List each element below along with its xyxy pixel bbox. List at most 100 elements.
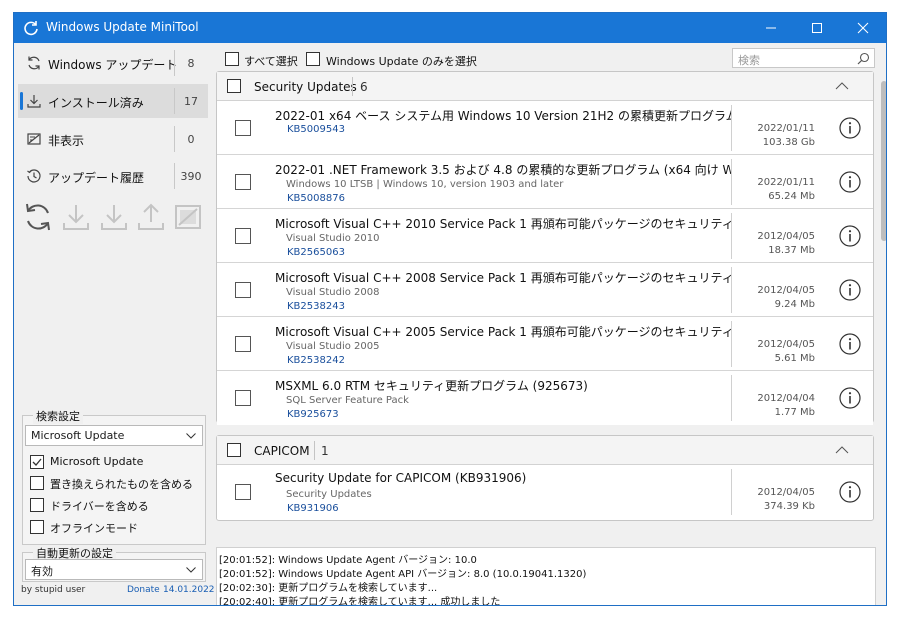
search-source-select[interactable]: Microsoft Update — [25, 425, 203, 446]
download-icon — [63, 205, 89, 230]
divider — [731, 321, 732, 367]
scrollbar-thumb[interactable] — [881, 81, 886, 241]
item-checkbox[interactable] — [235, 174, 251, 190]
list-item[interactable]: Microsoft Visual C++ 2010 Service Pack 1… — [217, 209, 873, 263]
info-icon[interactable] — [839, 279, 861, 301]
kb-link[interactable]: KB5008876 — [287, 193, 345, 204]
group-header[interactable]: CAPICOM 1 — [217, 436, 873, 465]
close-button[interactable] — [840, 13, 886, 43]
minimize-button[interactable] — [748, 13, 794, 43]
item-checkbox[interactable] — [235, 390, 251, 406]
search-settings-group: 検索設定 Microsoft Update Microsoft Update 置… — [22, 408, 206, 545]
select-all-checkbox[interactable] — [225, 52, 239, 66]
kb-link[interactable]: KB2538242 — [287, 355, 345, 366]
item-size: 1.77 Mb — [774, 407, 815, 418]
list-item[interactable]: Microsoft Visual C++ 2005 Service Pack 1… — [217, 317, 873, 371]
group-checkbox[interactable] — [227, 443, 241, 457]
sidebar-item-count: 17 — [184, 95, 198, 108]
divider — [352, 77, 353, 96]
info-icon[interactable] — [839, 481, 861, 503]
search-placeholder: 検索 — [738, 54, 760, 67]
auto-update-group: 自動更新の設定 有効 — [22, 545, 206, 582]
microsoft-update-checkbox[interactable] — [30, 455, 44, 469]
item-checkbox[interactable] — [235, 484, 251, 500]
log-line: [20:01:52]: Windows Update Agent バージョン: … — [219, 555, 477, 566]
item-size: 65.24 Mb — [768, 191, 815, 202]
hide-icon — [27, 133, 41, 145]
info-icon[interactable] — [839, 333, 861, 355]
item-title: Microsoft Visual C++ 2008 Service Pack 1… — [275, 271, 731, 285]
divider — [731, 159, 732, 205]
item-title: MSXML 6.0 RTM セキュリティ更新プログラム (925673) — [275, 379, 588, 393]
search-input[interactable]: 検索 — [732, 48, 875, 68]
kb-link[interactable]: KB2565063 — [287, 247, 345, 258]
kb-link[interactable]: KB925673 — [287, 409, 339, 420]
title-bar[interactable]: Windows Update MiniTool — [14, 13, 886, 43]
offline-mode-checkbox[interactable] — [30, 520, 44, 534]
auto-update-select[interactable]: 有効 — [25, 559, 203, 580]
maximize-icon — [812, 23, 822, 33]
info-icon[interactable] — [839, 117, 861, 139]
item-date: 2012/04/05 — [757, 231, 815, 242]
list-item[interactable]: Microsoft Visual C++ 2008 Service Pack 1… — [217, 263, 873, 317]
divider — [174, 163, 175, 189]
divider — [731, 267, 732, 313]
divider — [174, 88, 175, 114]
sidebar: Windows アップデート 8 インストール済み 17 非表示 0 アップデー… — [14, 43, 215, 605]
list-item[interactable]: 2022-01 x64 ベース システム用 Windows 10 Version… — [217, 101, 873, 155]
minimize-icon — [766, 27, 776, 29]
divider — [174, 50, 175, 76]
item-title: Security Update for CAPICOM (KB931906) — [275, 471, 527, 485]
item-checkbox[interactable] — [235, 282, 251, 298]
checkmark-icon — [32, 458, 42, 466]
chevron-up-icon[interactable] — [835, 82, 849, 90]
include-superseded-checkbox[interactable] — [30, 476, 44, 490]
item-checkbox[interactable] — [235, 336, 251, 352]
sidebar-item-installed[interactable]: インストール済み 17 — [18, 84, 208, 118]
item-subtitle: Windows 10 LTSB | Windows 10, version 19… — [286, 179, 564, 190]
list-item[interactable]: 2022-01 .NET Framework 3.5 および 4.8 の累積的な… — [217, 155, 873, 209]
hide-icon — [175, 205, 201, 229]
info-icon[interactable] — [839, 225, 861, 247]
window-title: Windows Update MiniTool — [46, 20, 199, 34]
sidebar-item-count: 8 — [187, 57, 195, 70]
app-refresh-icon — [24, 21, 38, 36]
microsoft-update-label: Microsoft Update — [50, 455, 144, 468]
list-item[interactable]: MSXML 6.0 RTM セキュリティ更新プログラム (925673) SQL… — [217, 371, 873, 425]
kb-link[interactable]: KB931906 — [287, 503, 339, 514]
sidebar-item-windows-update[interactable]: Windows アップデート 8 — [18, 46, 208, 80]
info-icon[interactable] — [839, 387, 861, 409]
item-date: 2012/04/05 — [757, 487, 815, 498]
sidebar-item-history[interactable]: アップデート履歴 390 — [18, 159, 208, 193]
sidebar-item-hidden[interactable]: 非表示 0 — [18, 122, 208, 156]
info-icon[interactable] — [839, 171, 861, 193]
hide-button[interactable] — [172, 201, 204, 233]
group-checkbox[interactable] — [227, 79, 241, 93]
log-panel: [20:01:52]: Windows Update Agent バージョン: … — [216, 547, 876, 605]
include-drivers-checkbox[interactable] — [30, 498, 44, 512]
list-scrollbar[interactable] — [880, 71, 886, 549]
group-count: 6 — [360, 80, 368, 94]
sidebar-item-count: 390 — [180, 170, 202, 183]
select-wu-only-checkbox[interactable] — [306, 52, 320, 66]
donate-link[interactable]: Donate — [127, 585, 160, 595]
install-button[interactable] — [98, 201, 130, 233]
item-size: 9.24 Mb — [774, 299, 815, 310]
kb-link[interactable]: KB2538243 — [287, 301, 345, 312]
sidebar-item-label: Windows アップデート — [48, 58, 178, 72]
chevron-down-icon — [186, 433, 196, 439]
update-group-security: Security Updates 6 2022-01 x64 ベース システム用… — [216, 71, 874, 425]
group-header[interactable]: Security Updates 6 — [217, 72, 873, 101]
refresh-button[interactable] — [22, 201, 54, 233]
item-title: Microsoft Visual C++ 2005 Service Pack 1… — [275, 325, 731, 339]
uninstall-button[interactable] — [135, 201, 167, 233]
list-item[interactable]: Security Update for CAPICOM (KB931906) S… — [217, 465, 873, 519]
chevron-up-icon[interactable] — [835, 446, 849, 454]
update-group-capicom: CAPICOM 1 Security Update for CAPICOM (K… — [216, 435, 874, 521]
group-name: Security Updates — [254, 80, 357, 94]
download-button[interactable] — [60, 201, 92, 233]
item-checkbox[interactable] — [235, 120, 251, 136]
item-checkbox[interactable] — [235, 228, 251, 244]
kb-link[interactable]: KB5009543 — [287, 124, 345, 135]
maximize-button[interactable] — [794, 13, 840, 43]
